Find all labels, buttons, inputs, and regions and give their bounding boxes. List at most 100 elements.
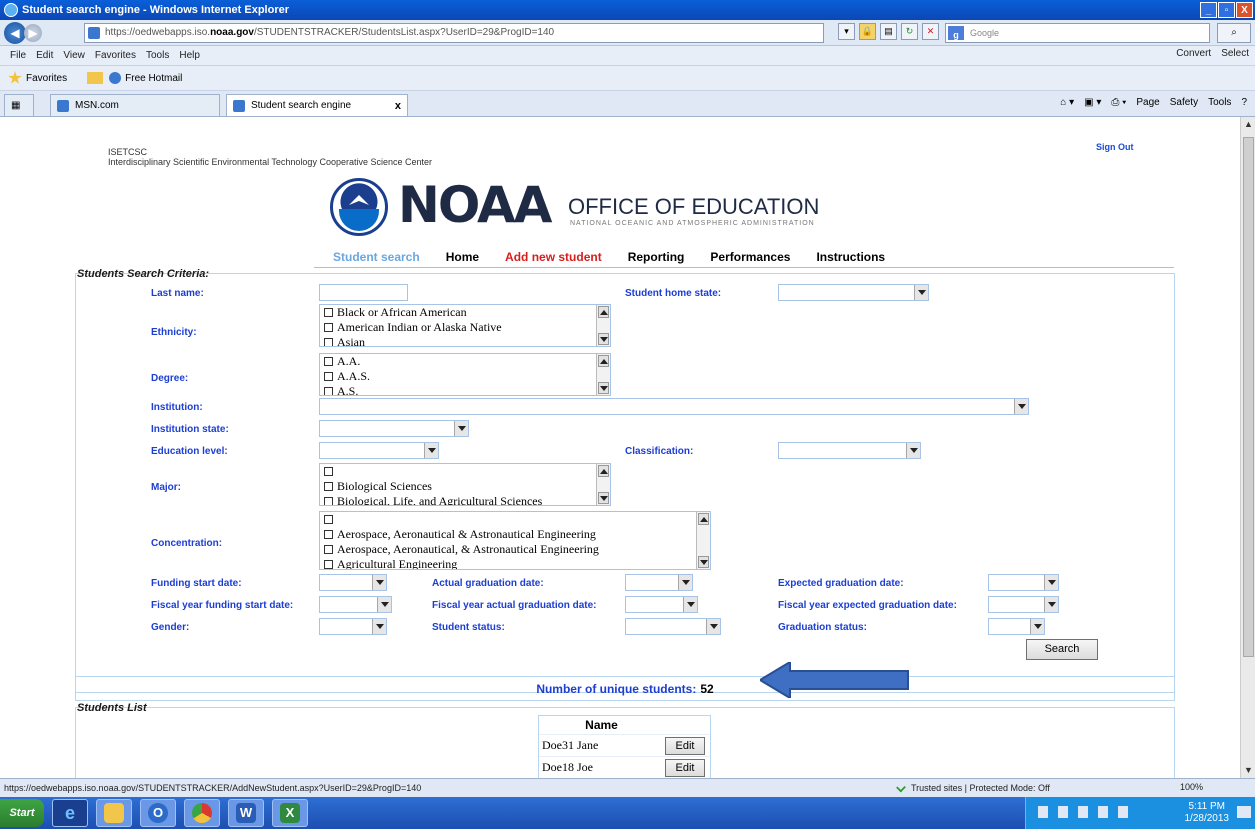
back-button[interactable]: ◀ bbox=[4, 21, 26, 44]
concentration-option[interactable]: Aerospace, Aeronautical, & Astronautical… bbox=[320, 542, 710, 557]
taskbar-chrome[interactable] bbox=[184, 799, 220, 827]
checkbox[interactable] bbox=[324, 323, 333, 332]
convert-button[interactable]: Convert bbox=[1176, 48, 1211, 59]
scroll-down-icon[interactable] bbox=[598, 492, 609, 504]
volume-icon[interactable] bbox=[1118, 806, 1128, 818]
nav-add-new-student[interactable]: Add new student bbox=[505, 250, 602, 264]
favorites-button[interactable]: Favorites bbox=[26, 73, 67, 84]
fy-expected-graduation-date-select[interactable] bbox=[988, 596, 1059, 613]
tab-student-search[interactable]: Student search engine x bbox=[226, 94, 408, 116]
maximize-button[interactable]: ▫ bbox=[1218, 2, 1235, 18]
nav-reporting[interactable]: Reporting bbox=[628, 250, 685, 264]
home-icon[interactable]: ⌂ ▾ bbox=[1060, 97, 1074, 108]
taskbar-word[interactable]: W bbox=[228, 799, 264, 827]
feeds-icon[interactable]: ▣ ▾ bbox=[1084, 97, 1101, 108]
scroll-up-icon[interactable] bbox=[598, 465, 609, 477]
scroll-down-icon[interactable] bbox=[598, 382, 609, 394]
search-go-icon[interactable]: ⌕ bbox=[1217, 23, 1251, 43]
menu-edit[interactable]: Edit bbox=[36, 50, 53, 61]
listbox-scrollbar[interactable] bbox=[596, 305, 610, 346]
favorite-link-hotmail[interactable]: Free Hotmail bbox=[125, 73, 182, 84]
minimize-button[interactable]: _ bbox=[1200, 2, 1217, 18]
concentration-listbox[interactable]: Aerospace, Aeronautical & Astronautical … bbox=[319, 511, 711, 570]
checkbox[interactable] bbox=[324, 530, 333, 539]
search-input[interactable]: g Google bbox=[945, 23, 1210, 43]
add-favorite-icon[interactable] bbox=[87, 72, 104, 84]
institution-select[interactable] bbox=[319, 398, 1029, 415]
scroll-up-icon[interactable] bbox=[698, 513, 709, 525]
degree-option[interactable]: A.S. bbox=[320, 384, 610, 395]
concentration-option[interactable] bbox=[320, 512, 710, 527]
scroll-down-icon[interactable] bbox=[598, 333, 609, 345]
nav-student-search[interactable]: Student search bbox=[333, 250, 420, 264]
major-listbox[interactable]: Biological Sciences Biological, Life, an… bbox=[319, 463, 611, 506]
select-button[interactable]: Select bbox=[1221, 48, 1249, 59]
degree-option[interactable]: A.A. bbox=[320, 354, 610, 369]
listbox-scrollbar[interactable] bbox=[596, 464, 610, 505]
education-level-select[interactable] bbox=[319, 442, 439, 459]
scroll-down-icon[interactable]: ▼ bbox=[1241, 763, 1255, 778]
checkbox[interactable] bbox=[324, 387, 333, 395]
dropdown-icon[interactable]: ▾ bbox=[838, 23, 855, 40]
funding-start-date-select[interactable] bbox=[319, 574, 387, 591]
taskbar-outlook[interactable]: O bbox=[140, 799, 176, 827]
institution-state-select[interactable] bbox=[319, 420, 469, 437]
safety-menu[interactable]: Safety bbox=[1170, 97, 1198, 108]
home-state-select[interactable] bbox=[778, 284, 929, 301]
checkbox[interactable] bbox=[324, 497, 333, 505]
search-button[interactable]: Search bbox=[1026, 639, 1098, 660]
major-option[interactable]: Biological, Life, and Agricultural Scien… bbox=[320, 494, 610, 505]
actual-graduation-date-select[interactable] bbox=[625, 574, 693, 591]
student-status-select[interactable] bbox=[625, 618, 721, 635]
checkbox[interactable] bbox=[324, 482, 333, 491]
checkbox[interactable] bbox=[324, 467, 333, 476]
menu-file[interactable]: File bbox=[10, 50, 26, 61]
checkbox[interactable] bbox=[324, 545, 333, 554]
address-bar[interactable]: https://oedwebapps.iso.noaa.gov/STUDENTS… bbox=[84, 23, 824, 43]
last-name-input[interactable] bbox=[319, 284, 408, 301]
nav-home[interactable]: Home bbox=[446, 250, 479, 264]
forward-button[interactable]: ▶ bbox=[24, 23, 42, 42]
ethnicity-option[interactable]: Asian bbox=[320, 335, 610, 346]
scroll-down-icon[interactable] bbox=[698, 556, 709, 568]
help-icon[interactable]: ? bbox=[1241, 97, 1247, 108]
degree-option[interactable]: A.A.S. bbox=[320, 369, 610, 384]
close-button[interactable]: X bbox=[1236, 2, 1253, 18]
concentration-option[interactable]: Agricultural Engineering bbox=[320, 557, 710, 569]
start-button[interactable]: Start bbox=[0, 799, 44, 827]
checkbox[interactable] bbox=[324, 560, 333, 569]
checkbox[interactable] bbox=[324, 372, 333, 381]
scroll-thumb[interactable] bbox=[1243, 137, 1254, 657]
menu-tools[interactable]: Tools bbox=[146, 50, 169, 61]
scroll-up-icon[interactable] bbox=[598, 355, 609, 367]
checkbox[interactable] bbox=[324, 357, 333, 366]
taskbar-excel[interactable]: X bbox=[272, 799, 308, 827]
degree-listbox[interactable]: A.A. A.A.S. A.S. bbox=[319, 353, 611, 396]
page-menu[interactable]: Page bbox=[1136, 97, 1159, 108]
security-zone[interactable]: Trusted sites | Protected Mode: Off bbox=[895, 782, 1050, 793]
listbox-scrollbar[interactable] bbox=[596, 354, 610, 395]
menu-view[interactable]: View bbox=[63, 50, 85, 61]
ethnicity-listbox[interactable]: Black or African American American India… bbox=[319, 304, 611, 347]
clock[interactable]: 5:11 PM 1/28/2013 bbox=[1185, 801, 1230, 825]
classification-select[interactable] bbox=[778, 442, 921, 459]
pen-icon[interactable] bbox=[1038, 806, 1048, 818]
print-icon[interactable]: ⎙ ▾ bbox=[1111, 97, 1126, 108]
major-option[interactable]: Biological Sciences bbox=[320, 479, 610, 494]
tools-menu[interactable]: Tools bbox=[1208, 97, 1231, 108]
page-scrollbar[interactable]: ▲ ▼ bbox=[1240, 117, 1255, 778]
tab-close-icon[interactable]: x bbox=[395, 100, 401, 112]
nav-instructions[interactable]: Instructions bbox=[816, 250, 885, 264]
gender-select[interactable] bbox=[319, 618, 387, 635]
stop-icon[interactable]: ✕ bbox=[922, 23, 939, 40]
zoom-level[interactable]: 100% bbox=[1180, 782, 1203, 792]
checkbox[interactable] bbox=[324, 308, 333, 317]
graduation-status-select[interactable] bbox=[988, 618, 1045, 635]
show-desktop-button[interactable] bbox=[1237, 806, 1251, 818]
major-option[interactable] bbox=[320, 464, 610, 479]
checkbox[interactable] bbox=[324, 338, 333, 346]
menu-help[interactable]: Help bbox=[179, 50, 200, 61]
taskbar-ie[interactable]: e bbox=[52, 799, 88, 827]
checkbox[interactable] bbox=[324, 515, 333, 524]
taskbar-explorer[interactable] bbox=[96, 799, 132, 827]
